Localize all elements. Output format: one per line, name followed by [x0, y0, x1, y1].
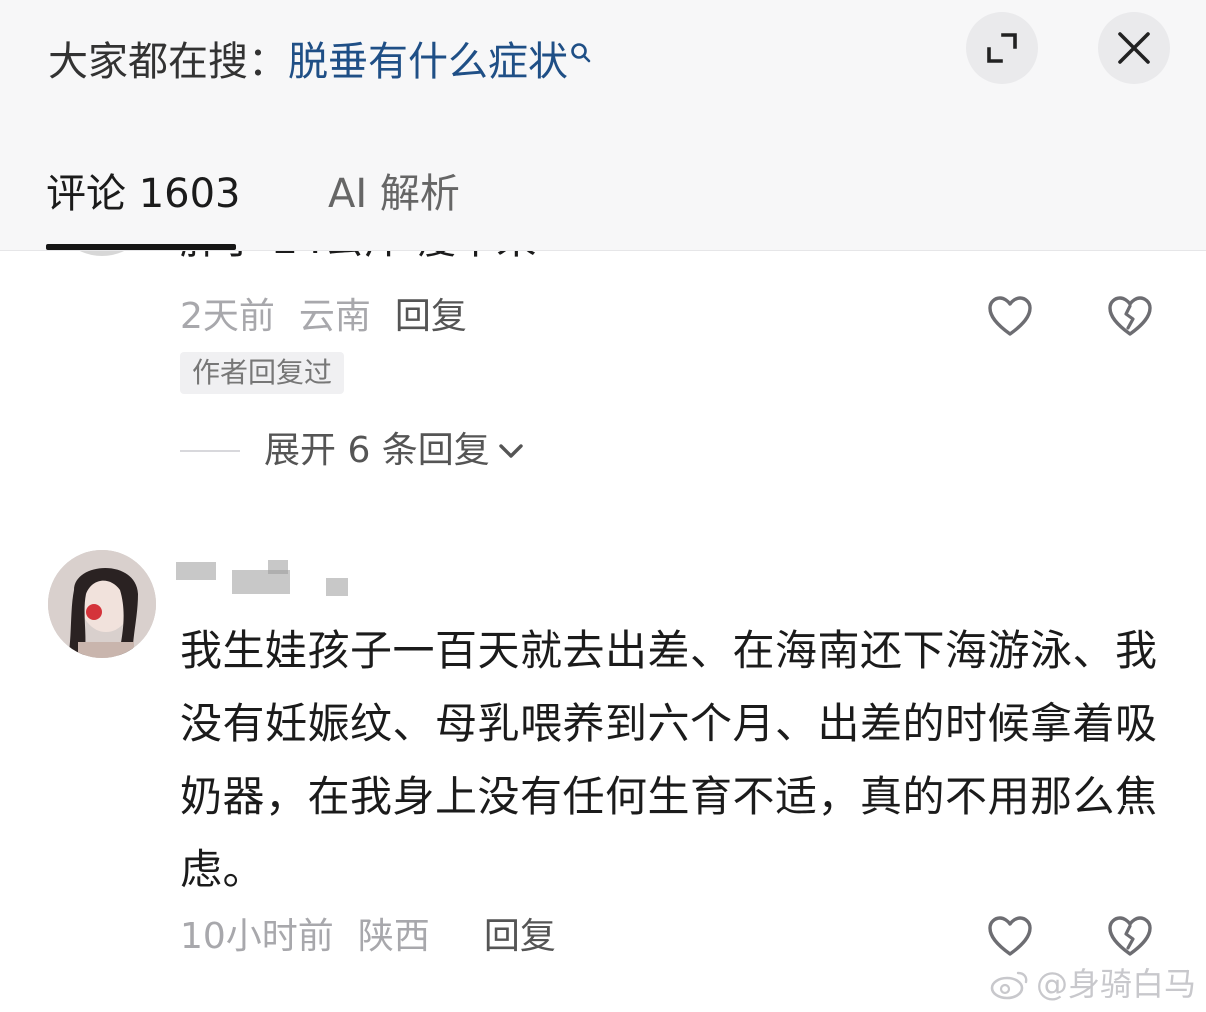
- expand-replies-button[interactable]: 展开 6 条回复: [180, 426, 524, 476]
- comment-panel: 胖了 24公斤 瘦下来 2天前云南回复 作者回复过 展开 6 条回复: [0, 0, 1206, 1012]
- chevron-down-icon: [499, 444, 523, 458]
- comment-time: 2天前: [180, 296, 275, 337]
- comment-location: 陕西: [357, 916, 430, 957]
- broken-heart-icon: [1108, 916, 1152, 956]
- comment-meta: 2天前 云南 回复: [180, 294, 491, 340]
- search-query-link[interactable]: 脱垂有什么症状: [288, 39, 568, 85]
- watermark: @身骑白马: [990, 962, 1196, 1006]
- tab-bar: 评论 1603 AI 解析: [0, 160, 1206, 250]
- expand-icon: [987, 33, 1017, 63]
- comment-time: 10小时前: [180, 916, 334, 957]
- search-icon: [571, 43, 591, 63]
- expand-button[interactable]: [966, 12, 1038, 84]
- watermark-text: @身骑白马: [1036, 965, 1197, 1003]
- weibo-icon: [990, 971, 1028, 1000]
- panel-header: 大家都在搜：脱垂有什么症状 评论 1603 AI 解析: [0, 0, 1206, 251]
- heart-icon: [988, 916, 1032, 956]
- dislike-button[interactable]: [1104, 290, 1156, 342]
- active-tab-indicator: [46, 244, 236, 250]
- close-button[interactable]: [1098, 12, 1170, 84]
- reply-button[interactable]: 回复: [484, 916, 556, 957]
- broken-heart-icon: [1108, 296, 1152, 336]
- search-prefix: 大家都在搜：: [48, 39, 288, 85]
- comment-location: 云南: [298, 296, 371, 337]
- username-redacted: [176, 556, 356, 598]
- avatar[interactable]: [48, 550, 156, 658]
- tab-ai-analysis[interactable]: AI 解析: [328, 168, 460, 220]
- like-button[interactable]: [984, 290, 1036, 342]
- heart-icon: [988, 296, 1032, 336]
- divider: [180, 450, 240, 452]
- comment-text: 我生娃孩子一百天就去出差、在海南还下海游泳、我没有妊娠纹、母乳喂养到六个月、出差…: [180, 626, 1158, 894]
- comment-meta: 10小时前 陕西 回复: [180, 914, 580, 960]
- expand-replies-label: 展开 6 条回复: [264, 430, 490, 471]
- dislike-button[interactable]: [1104, 910, 1156, 962]
- reply-button[interactable]: 回复: [395, 296, 467, 337]
- author-replied-badge: 作者回复过: [180, 352, 345, 394]
- trending-search[interactable]: 大家都在搜：脱垂有什么症状: [48, 36, 592, 88]
- tab-comments[interactable]: 评论 1603: [46, 168, 241, 220]
- like-button[interactable]: [984, 910, 1036, 962]
- close-icon: [1118, 32, 1150, 64]
